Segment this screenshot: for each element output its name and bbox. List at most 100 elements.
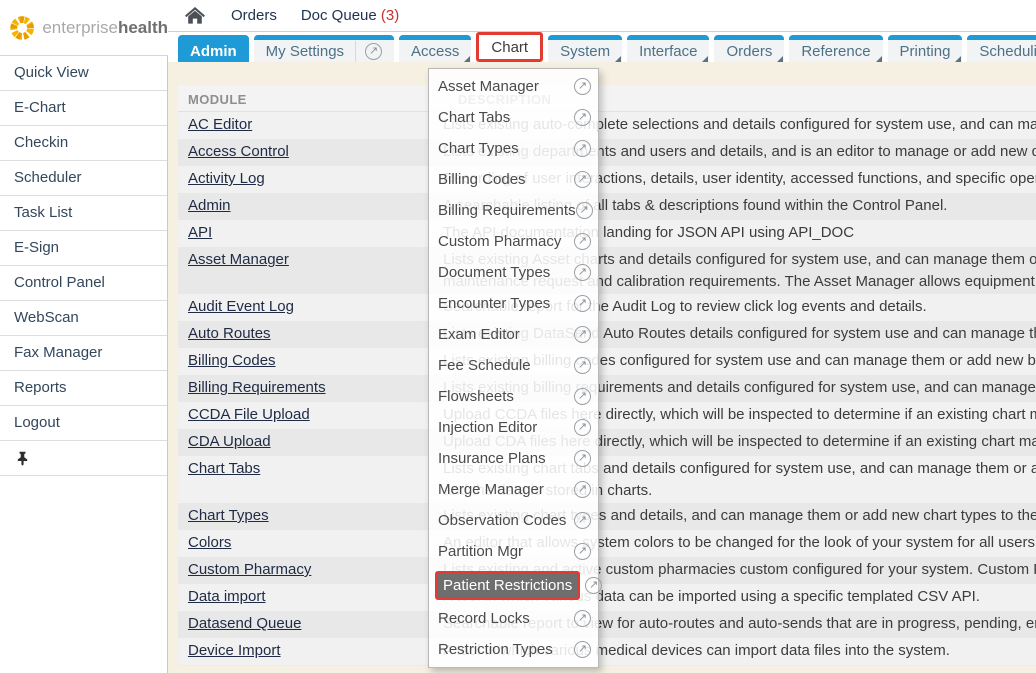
module-link-custom-pharmacy[interactable]: Custom Pharmacy	[188, 557, 311, 583]
external-link-icon[interactable]: ↗	[574, 450, 591, 467]
menu-item-record-locks[interactable]: Record Locks↗	[429, 603, 598, 634]
tab-label: Interface	[639, 43, 697, 60]
menu-item-label: Custom Pharmacy	[438, 233, 574, 250]
menu-item-document-types[interactable]: Document Types↗	[429, 257, 598, 288]
module-link-billing-requirements[interactable]: Billing Requirements	[188, 375, 326, 401]
menu-item-custom-pharmacy[interactable]: Custom Pharmacy↗	[429, 226, 598, 257]
sidebar-pin-button[interactable]	[0, 441, 167, 476]
tab-reference[interactable]: Reference	[789, 35, 882, 62]
table-row: Custom PharmacyLists existing and active…	[178, 557, 1036, 584]
menu-item-label: Encounter Types	[438, 295, 574, 312]
topbar-link-orders[interactable]: Orders	[231, 7, 277, 24]
menu-item-label: Chart Types	[438, 140, 574, 157]
menu-item-exam-editor[interactable]: Exam Editor↗	[429, 319, 598, 350]
tab-chart[interactable]: Chart	[479, 35, 540, 59]
tab-system[interactable]: System	[548, 35, 622, 62]
home-icon	[185, 7, 205, 24]
menu-item-encounter-types[interactable]: Encounter Types↗	[429, 288, 598, 319]
tab-access[interactable]: Access	[399, 35, 471, 62]
module-link-colors[interactable]: Colors	[188, 530, 231, 556]
menu-item-billing-requirements[interactable]: Billing Requirements↗	[429, 195, 598, 226]
menu-item-label: Billing Codes	[438, 171, 574, 188]
module-link-datasend-queue[interactable]: Datasend Queue	[188, 611, 301, 637]
external-link-icon[interactable]: ↗	[574, 295, 591, 312]
sidebar-item-e-chart[interactable]: E-Chart	[0, 91, 167, 126]
sidebar-item-fax-manager[interactable]: Fax Manager	[0, 336, 167, 371]
module-link-activity-log[interactable]: Activity Log	[188, 166, 265, 192]
sidebar-item-checkin[interactable]: Checkin	[0, 126, 167, 161]
menu-item-chart-types[interactable]: Chart Types↗	[429, 133, 598, 164]
home-button[interactable]	[185, 7, 205, 24]
external-link-icon[interactable]: ↗	[574, 264, 591, 281]
sidebar-item-webscan[interactable]: WebScan	[0, 301, 167, 336]
menu-item-billing-codes[interactable]: Billing Codes↗	[429, 164, 598, 195]
sidebar-item-quick-view[interactable]: Quick View	[0, 56, 167, 91]
tab-label: Chart	[491, 39, 528, 56]
module-link-audit-event-log[interactable]: Audit Event Log	[188, 294, 294, 320]
external-link-icon[interactable]: ↗	[574, 641, 591, 658]
sidebar-item-logout[interactable]: Logout	[0, 406, 167, 441]
sidebar-item-reports[interactable]: Reports	[0, 371, 167, 406]
module-link-cda-upload[interactable]: CDA Upload	[188, 429, 271, 455]
module-link-device-import[interactable]: Device Import	[188, 638, 281, 664]
sidebar-item-e-sign[interactable]: E-Sign	[0, 231, 167, 266]
module-link-auto-routes[interactable]: Auto Routes	[188, 321, 271, 347]
table-row: ColorsAn editor that allows system color…	[178, 530, 1036, 557]
menu-item-injection-editor[interactable]: Injection Editor↗	[429, 412, 598, 443]
tab-admin[interactable]: Admin	[178, 35, 249, 62]
module-link-asset-manager[interactable]: Asset Manager	[188, 247, 289, 273]
module-link-chart-tabs[interactable]: Chart Tabs	[188, 456, 260, 482]
menu-item-asset-manager[interactable]: Asset Manager↗	[429, 71, 598, 102]
menu-item-restriction-types[interactable]: Restriction Types↗	[429, 634, 598, 665]
external-link-icon[interactable]: ↗	[365, 43, 382, 60]
tab-label: Access	[411, 43, 459, 60]
menu-item-merge-manager[interactable]: Merge Manager↗	[429, 474, 598, 505]
external-link-icon[interactable]: ↗	[574, 610, 591, 627]
external-link-icon[interactable]: ↗	[574, 419, 591, 436]
tab-my-settings[interactable]: My Settings↗	[254, 35, 394, 62]
menu-item-flowsheets[interactable]: Flowsheets↗	[429, 381, 598, 412]
sunburst-logo-icon	[7, 10, 37, 46]
external-link-icon[interactable]: ↗	[574, 109, 591, 126]
tab-scheduling[interactable]: Scheduling	[967, 35, 1036, 62]
sidebar-item-control-panel[interactable]: Control Panel	[0, 266, 167, 301]
external-link-icon[interactable]: ↗	[574, 512, 591, 529]
module-link-billing-codes[interactable]: Billing Codes	[188, 348, 276, 374]
menu-item-observation-codes[interactable]: Observation Codes↗	[429, 505, 598, 536]
external-link-icon[interactable]: ↗	[574, 78, 591, 95]
module-link-ccda-file-upload[interactable]: CCDA File Upload	[188, 402, 310, 428]
external-link-icon[interactable]: ↗	[574, 233, 591, 250]
topbar-link-doc-queue[interactable]: Doc Queue (3)	[301, 7, 399, 24]
menu-item-insurance-plans[interactable]: Insurance Plans↗	[429, 443, 598, 474]
tab-orders[interactable]: Orders	[714, 35, 784, 62]
external-link-icon[interactable]: ↗	[574, 543, 591, 560]
tab-interface[interactable]: Interface	[627, 35, 709, 62]
tab-dropdown-indicator-icon	[876, 56, 882, 62]
table-row: AdminA searchable listing of all tabs & …	[178, 193, 1036, 220]
menu-item-partition-mgr[interactable]: Partition Mgr↗	[429, 536, 598, 567]
external-link-icon[interactable]: ↗	[574, 388, 591, 405]
menu-item-patient-restrictions[interactable]: Patient Restrictions↗	[429, 567, 598, 603]
tab-printing[interactable]: Printing	[888, 35, 963, 62]
module-link-chart-types[interactable]: Chart Types	[188, 503, 269, 529]
external-link-icon[interactable]: ↗	[574, 481, 591, 498]
external-link-icon[interactable]: ↗	[585, 577, 602, 594]
sidebar-item-scheduler[interactable]: Scheduler	[0, 161, 167, 196]
module-link-access-control[interactable]: Access Control	[188, 139, 289, 165]
menu-item-chart-tabs[interactable]: Chart Tabs↗	[429, 102, 598, 133]
module-link-ac-editor[interactable]: AC Editor	[188, 112, 252, 138]
external-link-icon[interactable]: ↗	[574, 326, 591, 343]
logo: enterprisehealth	[0, 0, 168, 56]
menu-item-fee-schedule[interactable]: Fee Schedule↗	[429, 350, 598, 381]
menu-item-label: Document Types	[438, 264, 574, 281]
menu-item-label: Chart Tabs	[438, 109, 574, 126]
external-link-icon[interactable]: ↗	[574, 140, 591, 157]
module-link-admin[interactable]: Admin	[188, 193, 231, 219]
module-link-api[interactable]: API	[188, 220, 212, 246]
module-link-data-import[interactable]: Data import	[188, 584, 266, 610]
external-link-icon[interactable]: ↗	[576, 202, 593, 219]
external-link-icon[interactable]: ↗	[574, 171, 591, 188]
external-link-icon[interactable]: ↗	[574, 357, 591, 374]
sidebar-items: Quick ViewE-ChartCheckinSchedulerTask Li…	[0, 56, 167, 441]
sidebar-item-task-list[interactable]: Task List	[0, 196, 167, 231]
